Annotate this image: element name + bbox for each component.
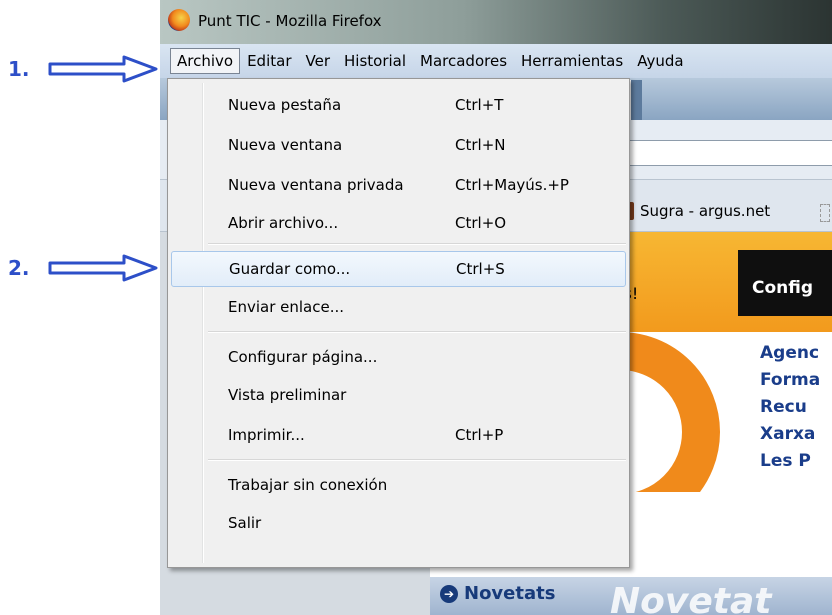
step-number: 1.: [8, 57, 30, 81]
menu-item-new-window[interactable]: Nueva ventana Ctrl+N: [171, 129, 626, 161]
menu-separator: [208, 459, 626, 461]
menu-item-label: Guardar como...: [229, 260, 351, 278]
novetats-header: Novetat ➔ Novetats: [430, 577, 832, 615]
novetats-title[interactable]: ➔ Novetats: [440, 583, 555, 604]
menu-item-shortcut: Ctrl+T: [455, 96, 504, 114]
page-link-agenda[interactable]: Agenc: [760, 340, 820, 367]
menu-separator: [208, 243, 626, 245]
menu-item-label: Trabajar sin conexión: [228, 476, 388, 494]
menu-separator: [208, 331, 626, 333]
page-link-recursos[interactable]: Recu: [760, 394, 820, 421]
url-input[interactable]: [600, 140, 832, 166]
menu-item-new-tab[interactable]: Nueva pestaña Ctrl+T: [171, 89, 626, 121]
menu-item-shortcut: Ctrl+S: [456, 260, 505, 278]
menu-item-page-setup[interactable]: Configurar página...: [171, 341, 626, 373]
page-link-formacio[interactable]: Forma: [760, 367, 820, 394]
browser-tab[interactable]: [630, 80, 642, 120]
menu-item-label: Abrir archivo...: [228, 214, 339, 232]
bookmark-label: Sugra - argus.net: [640, 202, 771, 220]
menu-archivo[interactable]: Archivo: [170, 48, 241, 74]
page-link-xarxa[interactable]: Xarxa: [760, 421, 820, 448]
menu-herramientas[interactable]: Herramientas: [514, 48, 630, 74]
novetats-watermark: Novetat: [610, 581, 772, 615]
menu-item-print[interactable]: Imprimir... Ctrl+P: [171, 419, 626, 451]
bookmark-item[interactable]: Sugra - argus.net: [618, 202, 770, 220]
bookmark-placeholder: [820, 204, 830, 222]
menu-item-label: Enviar enlace...: [228, 298, 345, 316]
menu-item-label: Vista preliminar: [228, 386, 347, 404]
menu-item-exit[interactable]: Salir: [171, 507, 626, 539]
menu-item-shortcut: Ctrl+Mayús.+P: [455, 176, 569, 194]
menu-item-label: Salir: [228, 514, 262, 532]
arrow-circle-icon: ➔: [440, 584, 458, 603]
menu-item-save-as[interactable]: Guardar como... Ctrl+S: [171, 251, 626, 287]
menu-ver[interactable]: Ver: [299, 48, 338, 74]
step-number: 2.: [8, 256, 30, 280]
menu-item-send-link[interactable]: Enviar enlace...: [171, 291, 626, 323]
window-title: Punt TIC - Mozilla Firefox: [198, 12, 382, 30]
right-arrow-icon: [48, 254, 160, 282]
menu-item-print-preview[interactable]: Vista preliminar: [171, 379, 626, 411]
menu-item-work-offline[interactable]: Trabajar sin conexión: [171, 469, 626, 501]
menu-item-open-file[interactable]: Abrir archivo... Ctrl+O: [171, 207, 626, 239]
right-arrow-icon: [48, 55, 160, 83]
annotation-step-2: 2.: [8, 254, 160, 282]
annotation-step-1: 1.: [8, 55, 160, 83]
menu-item-shortcut: Ctrl+P: [455, 426, 504, 444]
novetats-label: Novetats: [464, 583, 556, 604]
configure-button[interactable]: Config: [738, 250, 832, 316]
menu-item-label: Configurar página...: [228, 348, 378, 366]
menu-bar: Archivo Editar Ver Historial Marcadores …: [160, 44, 832, 78]
menu-item-label: Nueva ventana privada: [228, 176, 404, 194]
menu-item-shortcut: Ctrl+O: [455, 214, 507, 232]
title-bar[interactable]: Punt TIC - Mozilla Firefox: [160, 0, 832, 44]
menu-item-label: Nueva pestaña: [228, 96, 342, 114]
page-links: Agenc Forma Recu Xarxa Les P: [760, 340, 820, 475]
menu-item-shortcut: Ctrl+N: [455, 136, 506, 154]
menu-marcadores[interactable]: Marcadores: [413, 48, 514, 74]
menu-item-label: Imprimir...: [228, 426, 305, 444]
firefox-logo-icon: [168, 9, 190, 31]
file-menu-dropdown: Nueva pestaña Ctrl+T Nueva ventana Ctrl+…: [167, 78, 630, 568]
menu-item-label: Nueva ventana: [228, 136, 343, 154]
page-link-les-p[interactable]: Les P: [760, 448, 820, 475]
menu-historial[interactable]: Historial: [337, 48, 413, 74]
menu-editar[interactable]: Editar: [240, 48, 298, 74]
menu-item-new-private-window[interactable]: Nueva ventana privada Ctrl+Mayús.+P: [171, 169, 626, 201]
menu-ayuda[interactable]: Ayuda: [630, 48, 690, 74]
